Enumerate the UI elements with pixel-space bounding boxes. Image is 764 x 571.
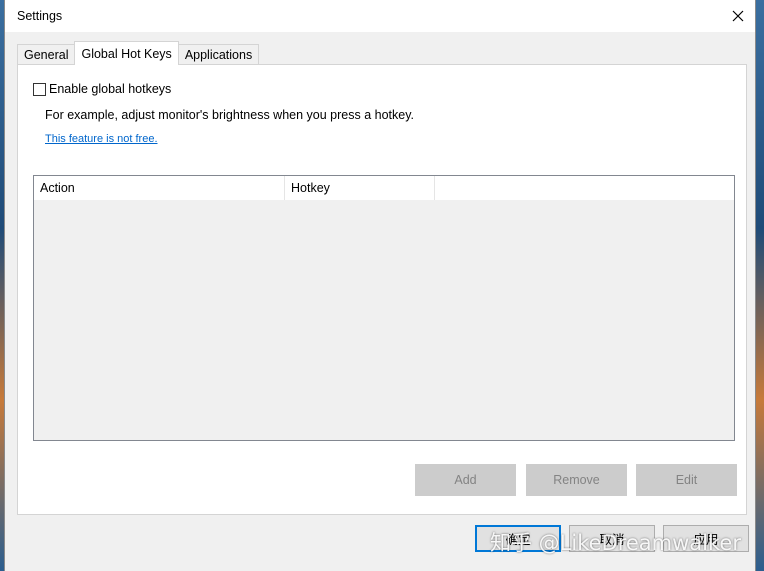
watermark: 知乎 @LikeDreamwalker	[490, 531, 741, 555]
tab-general[interactable]: General	[17, 44, 76, 65]
column-header-filler	[435, 176, 734, 200]
close-icon	[732, 10, 744, 22]
column-header-hotkey[interactable]: Hotkey	[285, 176, 435, 200]
settings-window: Settings General Global Hot Keys Applica…	[4, 0, 756, 571]
remove-button[interactable]: Remove	[526, 464, 627, 496]
column-header-action[interactable]: Action	[34, 176, 285, 200]
window-title: Settings	[17, 9, 63, 23]
enable-hotkeys-label: Enable global hotkeys	[49, 82, 172, 96]
title-bar: Settings	[5, 0, 755, 32]
close-button[interactable]	[721, 0, 755, 32]
tab-bar: General Global Hot Keys Applications	[17, 41, 260, 65]
not-free-link[interactable]: This feature is not free.	[45, 133, 158, 145]
tab-applications[interactable]: Applications	[177, 44, 260, 65]
add-button[interactable]: Add	[415, 464, 516, 496]
enable-hotkeys-option[interactable]: Enable global hotkeys	[33, 82, 171, 96]
list-header: Action Hotkey	[34, 176, 734, 200]
hotkeys-list[interactable]: Action Hotkey	[33, 175, 735, 441]
edit-button[interactable]: Edit	[636, 464, 737, 496]
enable-hotkeys-checkbox[interactable]	[33, 82, 46, 96]
hotkeys-description: For example, adjust monitor's brightness…	[45, 108, 415, 122]
tab-global-hot-keys[interactable]: Global Hot Keys	[74, 41, 179, 65]
global-hot-keys-panel: Enable global hotkeys For example, adjus…	[17, 64, 747, 515]
